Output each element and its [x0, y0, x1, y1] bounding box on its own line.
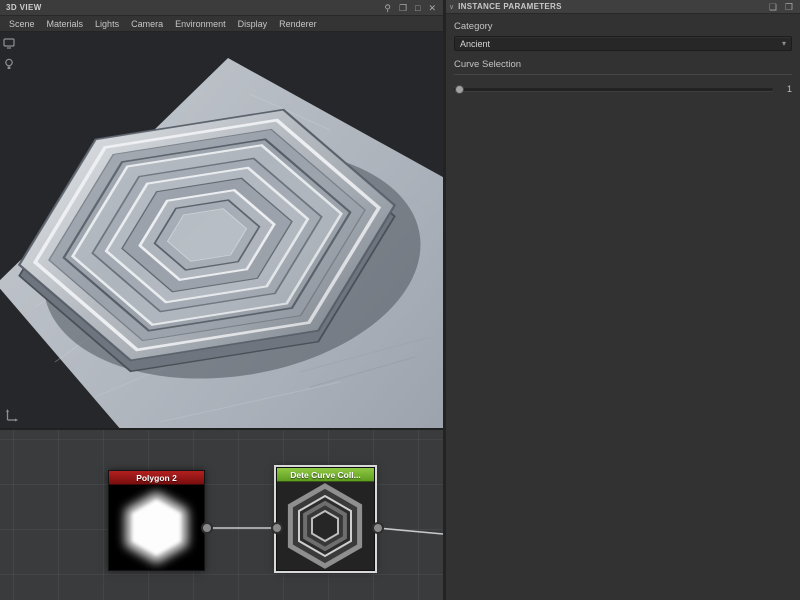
instance-parameters-header: ∨ INSTANCE PARAMETERS ❏ ❐	[446, 0, 800, 14]
menu-display[interactable]: Display	[232, 16, 274, 32]
node-polygon-2-header: Polygon 2	[109, 471, 204, 485]
node-polygon-2-thumbnail	[109, 485, 204, 570]
pin-icon[interactable]: ⚲	[384, 0, 391, 16]
category-label: Category	[454, 21, 493, 32]
light-bulb-icon[interactable]	[3, 58, 15, 70]
curve-selection-value[interactable]: 1	[778, 84, 792, 94]
view3d-title: 3D VIEW	[6, 3, 42, 12]
instance-parameters-panel: ∨ INSTANCE PARAMETERS ❏ ❐ Category Ancie…	[446, 0, 800, 600]
view3d-menubar: Scene Materials Lights Camera Environmen…	[0, 16, 443, 32]
category-dropdown-value: Ancient	[460, 38, 491, 49]
viewport-3d[interactable]	[0, 32, 560, 600]
display-mode-icon[interactable]	[3, 38, 15, 49]
chevron-down-icon[interactable]: ∨	[446, 3, 458, 11]
node-polygon-2[interactable]: Polygon 2	[108, 470, 205, 571]
node-polygon-2-label: Polygon 2	[136, 472, 177, 483]
menu-lights[interactable]: Lights	[89, 16, 125, 32]
menu-environment[interactable]: Environment	[169, 16, 232, 32]
node-dete-curve-collision[interactable]: Dete Curve Coll...	[276, 467, 375, 571]
node-dete-curve-header: Dete Curve Coll...	[277, 468, 374, 482]
node-dete-curve-thumbnail	[277, 482, 374, 570]
curve-selection-slider-handle[interactable]	[455, 84, 464, 94]
caret-down-icon: ▾	[781, 39, 786, 48]
axis-gizmo-icon	[6, 409, 18, 422]
category-dropdown[interactable]: Ancient ▾	[454, 36, 792, 51]
menu-camera[interactable]: Camera	[125, 16, 169, 32]
wire-curve-to-output	[377, 527, 443, 535]
maximize-icon[interactable]: □	[415, 0, 420, 16]
node-dete-curve-label: Dete Curve Coll...	[290, 469, 361, 480]
graph-wires-layer	[201, 522, 443, 535]
node-graph-canvas[interactable]: Polygon 2 Dete Curve Coll...	[0, 428, 443, 600]
popout-icon[interactable]: ❐	[399, 0, 407, 16]
render-3d-hexagon-plate	[0, 32, 560, 600]
instance-parameters-body: Category Ancient ▾ Curve Selection 1	[446, 14, 800, 94]
instance-parameters-title: INSTANCE PARAMETERS	[458, 2, 562, 11]
viewport-toolbar	[3, 38, 15, 70]
menu-renderer[interactable]: Renderer	[273, 16, 323, 32]
menu-scene[interactable]: Scene	[3, 16, 41, 32]
section-divider	[454, 74, 792, 75]
menu-materials[interactable]: Materials	[41, 16, 90, 32]
curve-selection-label: Curve Selection	[454, 59, 522, 70]
view3d-titlebar: 3D VIEW ⚲ ❐ □ ✕	[0, 0, 443, 16]
curve-selection-slider[interactable]	[454, 84, 773, 94]
doc-new-icon[interactable]: ❏	[769, 0, 777, 15]
close-icon[interactable]: ✕	[428, 0, 436, 16]
instance-parameters-header-icons: ❏ ❐	[769, 0, 800, 15]
doc-copy-icon[interactable]: ❐	[785, 0, 793, 15]
app-window: 3D VIEW ⚲ ❐ □ ✕ Scene Materials Lights C…	[0, 0, 800, 600]
curve-selection-slider-row: 1	[454, 84, 792, 94]
view3d-titlebar-icons: ⚲ ❐ □ ✕	[384, 0, 443, 16]
